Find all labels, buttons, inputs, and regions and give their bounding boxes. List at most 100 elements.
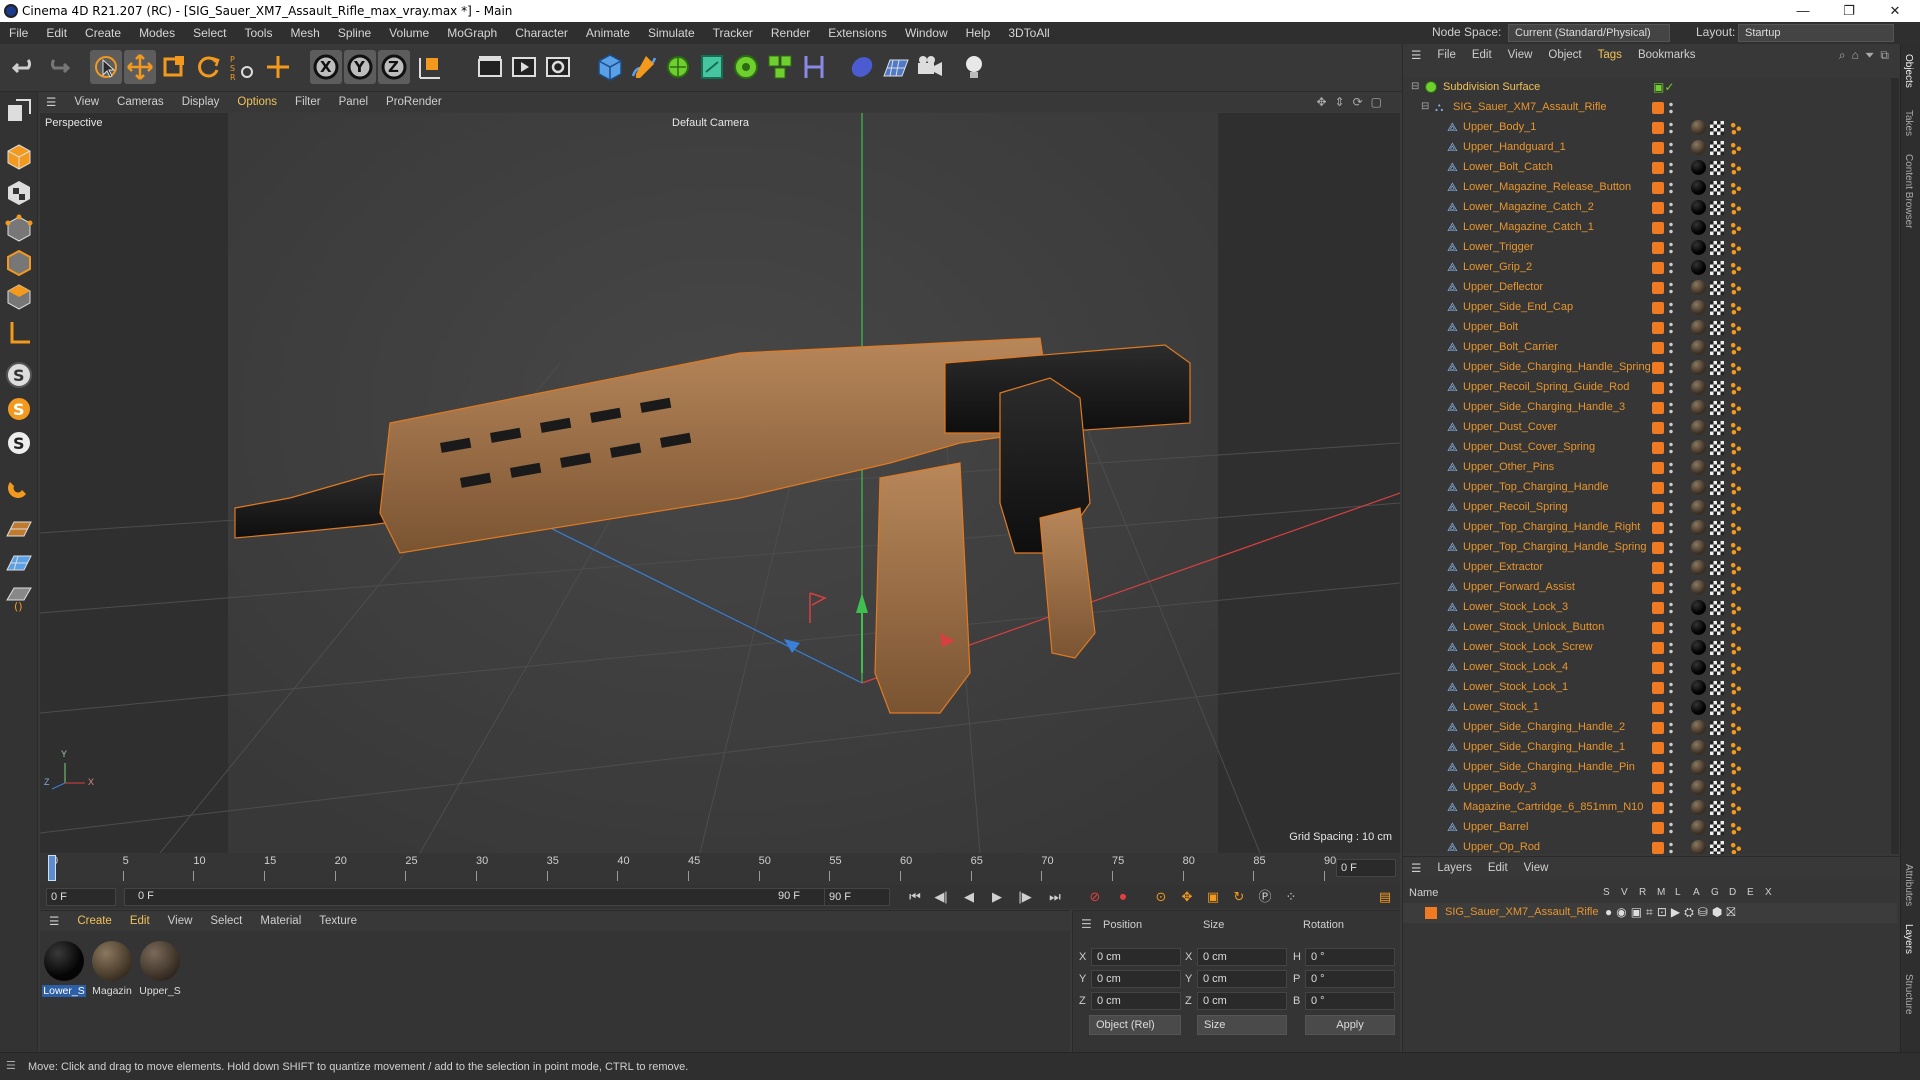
- material-tag-icon[interactable]: [1691, 640, 1706, 655]
- cloner-button[interactable]: [730, 50, 762, 84]
- material-tag-icon[interactable]: [1691, 360, 1706, 375]
- point-level-animation-icon[interactable]: ⁘: [1280, 887, 1302, 907]
- material-tag-icon[interactable]: [1691, 560, 1706, 575]
- floor-button[interactable]: [880, 50, 912, 84]
- visibility-dots-icon[interactable]: [1669, 821, 1673, 835]
- selection-tag-icon[interactable]: [1729, 461, 1743, 475]
- texture-tag-icon[interactable]: [1710, 261, 1724, 275]
- selection-tag-icon[interactable]: [1729, 401, 1743, 415]
- visibility-dots-icon[interactable]: [1669, 441, 1673, 455]
- texture-tag-icon[interactable]: [1710, 461, 1724, 475]
- visibility-dots-icon[interactable]: [1669, 741, 1673, 755]
- tab-layers[interactable]: Layers: [1903, 924, 1914, 954]
- visibility-dots-icon[interactable]: [1669, 641, 1673, 655]
- object-name[interactable]: Upper_Side_Charging_Handle_Pin: [1463, 761, 1635, 773]
- playhead[interactable]: [48, 855, 56, 881]
- point-mode-button[interactable]: [4, 214, 34, 244]
- selection-tag-icon[interactable]: [1729, 381, 1743, 395]
- object-row[interactable]: ⟁ Upper_Side_Charging_Handle_Pin: [1403, 758, 1883, 778]
- layer-flag-icons[interactable]: ●◉▣⌗⊡▶⛭⛁⬢⛝: [1605, 905, 1739, 920]
- selection-tag-icon[interactable]: [1729, 321, 1743, 335]
- timeline-ruler[interactable]: 051015202530354045505560657075808590 0 F: [40, 853, 1400, 885]
- tab-objects[interactable]: Objects: [1903, 54, 1914, 88]
- environment-button[interactable]: [846, 50, 878, 84]
- axis-mode-button[interactable]: [4, 318, 34, 348]
- object-name[interactable]: Lower_Magazine_Catch_2: [1463, 201, 1594, 213]
- collapse-toggle-icon[interactable]: ⊟: [1421, 101, 1429, 112]
- menu-mograph[interactable]: MoGraph: [438, 26, 506, 40]
- edge-mode-button[interactable]: [4, 248, 34, 278]
- end-frame-field[interactable]: 90 F: [824, 888, 890, 906]
- layers-menu-view[interactable]: View: [1516, 862, 1557, 874]
- undo-button[interactable]: [8, 50, 40, 84]
- menu-spline[interactable]: Spline: [329, 26, 380, 40]
- texture-tag-icon[interactable]: [1710, 601, 1724, 615]
- object-name[interactable]: Upper_Bolt: [1463, 321, 1518, 333]
- menu-help[interactable]: Help: [957, 26, 1000, 40]
- object-name[interactable]: Upper_Side_Charging_Handle_1: [1463, 741, 1625, 753]
- material-tag-icon[interactable]: [1691, 320, 1706, 335]
- object-name[interactable]: Upper_Bolt_Carrier: [1463, 341, 1558, 353]
- psr-tool[interactable]: PSR: [226, 50, 258, 84]
- material-tag-icon[interactable]: [1691, 720, 1706, 735]
- object-name[interactable]: Lower_Stock_Lock_3: [1463, 601, 1568, 613]
- object-name[interactable]: Lower_Bolt_Catch: [1463, 161, 1553, 173]
- object-row[interactable]: ⟁ Lower_Stock_Lock_Screw: [1403, 638, 1883, 658]
- position-key-icon[interactable]: ✥: [1176, 887, 1198, 907]
- object-name[interactable]: Upper_Op_Rod: [1463, 841, 1540, 853]
- object-row[interactable]: ⟁ Upper_Extractor: [1403, 558, 1883, 578]
- cube-primitive-button[interactable]: [594, 50, 626, 84]
- object-row[interactable]: ⟁ Upper_Top_Charging_Handle: [1403, 478, 1883, 498]
- coordinate-system-button[interactable]: [414, 50, 446, 84]
- magnet-button[interactable]: [4, 472, 34, 502]
- object-name[interactable]: Upper_Top_Charging_Handle_Right: [1463, 521, 1640, 533]
- object-row[interactable]: ⟁ Upper_Dust_Cover: [1403, 418, 1883, 438]
- visibility-dots-icon[interactable]: [1669, 541, 1673, 555]
- apply-button[interactable]: Apply: [1305, 1015, 1395, 1035]
- material-tag-icon[interactable]: [1691, 680, 1706, 695]
- timeline-window-icon[interactable]: ▤: [1374, 887, 1396, 907]
- texture-tag-icon[interactable]: [1710, 821, 1724, 835]
- visibility-dots-icon[interactable]: [1669, 501, 1673, 515]
- visibility-dots-icon[interactable]: [1669, 161, 1673, 175]
- texture-tag-icon[interactable]: [1710, 281, 1724, 295]
- selection-tag-icon[interactable]: [1729, 821, 1743, 835]
- material-swatch-lower[interactable]: Lower_S: [42, 941, 86, 997]
- selection-tag-icon[interactable]: [1729, 421, 1743, 435]
- selection-tag-icon[interactable]: [1729, 301, 1743, 315]
- extrude-button[interactable]: [696, 50, 728, 84]
- workplane-button[interactable]: [4, 514, 34, 544]
- object-menu-object[interactable]: Object: [1540, 49, 1589, 61]
- selection-tag-icon[interactable]: [1729, 221, 1743, 235]
- selection-tag-icon[interactable]: [1729, 121, 1743, 135]
- rot-b-field[interactable]: 0 °: [1305, 992, 1395, 1010]
- object-manager-search-icons[interactable]: ⌕⌂⏷⧉: [1839, 48, 1895, 63]
- selection-tag-icon[interactable]: [1729, 661, 1743, 675]
- object-name[interactable]: Upper_Forward_Assist: [1463, 581, 1575, 593]
- material-tag-icon[interactable]: [1691, 780, 1706, 795]
- subdivision-surface-button[interactable]: [662, 50, 694, 84]
- selection-tag-icon[interactable]: [1729, 361, 1743, 375]
- rotate-tool[interactable]: [192, 50, 224, 84]
- menu-select[interactable]: Select: [184, 26, 235, 40]
- menu-extensions[interactable]: Extensions: [819, 26, 896, 40]
- solo-hierarchy-button[interactable]: S: [4, 394, 34, 424]
- solo-off-button[interactable]: S: [4, 428, 34, 458]
- texture-tag-icon[interactable]: [1710, 801, 1724, 815]
- object-row[interactable]: ⟁ Upper_Op_Rod: [1403, 838, 1883, 854]
- rot-p-field[interactable]: 0 °: [1305, 970, 1395, 988]
- texture-tag-icon[interactable]: [1710, 681, 1724, 695]
- layers-menu-hamburger-icon[interactable]: ☰: [1403, 861, 1429, 875]
- material-swatch-magazine[interactable]: Magazin: [90, 941, 134, 997]
- texture-tag-icon[interactable]: [1710, 641, 1724, 655]
- material-menu-material[interactable]: Material: [251, 915, 310, 927]
- object-name[interactable]: Upper_Dust_Cover_Spring: [1463, 441, 1595, 453]
- light-button[interactable]: [958, 50, 990, 84]
- visibility-dots-icon[interactable]: [1669, 841, 1673, 854]
- material-tag-icon[interactable]: [1691, 180, 1706, 195]
- visibility-dots-icon[interactable]: [1669, 721, 1673, 735]
- menu-character[interactable]: Character: [506, 26, 577, 40]
- visibility-dots-icon[interactable]: [1669, 301, 1673, 315]
- menu-3dtoall[interactable]: 3DToAll: [999, 26, 1058, 40]
- selection-tag-icon[interactable]: [1729, 281, 1743, 295]
